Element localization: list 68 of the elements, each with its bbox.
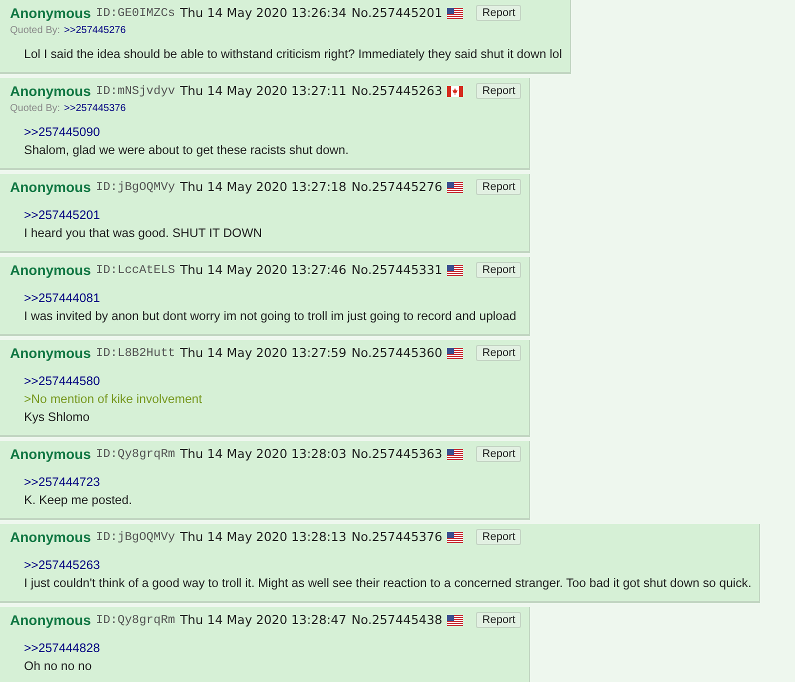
post-number[interactable]: No.257445376 bbox=[351, 530, 442, 544]
poster-name: Anonymous bbox=[10, 179, 91, 195]
quote-link[interactable]: >>257444828 bbox=[24, 639, 522, 657]
post-text: Shalom, glad we were about to get these racists shut down. bbox=[24, 142, 350, 159]
quote-link[interactable]: >>257444081 bbox=[24, 289, 522, 307]
report-button[interactable]: Report bbox=[476, 5, 522, 21]
report-button[interactable]: Report bbox=[476, 446, 522, 462]
post-number[interactable]: No.257445201 bbox=[351, 6, 442, 20]
post-number[interactable]: No.257445438 bbox=[351, 613, 442, 627]
poster-id[interactable]: ID:jBgOQMVy bbox=[96, 530, 176, 544]
flag-icon bbox=[447, 614, 464, 626]
post-date: Thu 14 May 2020 13:27:59 bbox=[180, 346, 346, 360]
quote-link[interactable]: >>257445263 bbox=[24, 556, 752, 574]
poster-name: Anonymous bbox=[10, 83, 91, 99]
poster-id[interactable]: ID:L8B2Hutt bbox=[96, 346, 176, 360]
poster-id[interactable]: ID:Qy8grqRm bbox=[96, 613, 176, 627]
post-text: Lol I said the idea should be able to withstand criticism right? Immediately they said shut it down lol bbox=[24, 46, 562, 63]
poster-id[interactable]: ID:Qy8grqRm bbox=[96, 447, 176, 461]
poster-id[interactable]: ID:jBgOQMVy bbox=[96, 180, 176, 194]
report-button[interactable]: Report bbox=[476, 83, 522, 99]
post-number[interactable]: No.257445363 bbox=[351, 447, 442, 461]
flag-icon bbox=[447, 264, 464, 276]
poster-id[interactable]: ID:mNSjvdyv bbox=[96, 84, 176, 98]
poster-name: Anonymous bbox=[10, 5, 91, 21]
report-button[interactable]: Report bbox=[476, 529, 522, 545]
post-date: Thu 14 May 2020 13:27:11 bbox=[180, 84, 346, 98]
poster-id[interactable]: ID:LccAtELS bbox=[96, 263, 176, 277]
flag-icon bbox=[447, 348, 464, 358]
flag-icon bbox=[447, 86, 464, 96]
quote-link[interactable]: >>257444580 bbox=[24, 372, 522, 390]
post-text: I just couldn't think of a good way to troll it. Might as well see their reaction to a concerned stranger. Too bad it got shut down so quick. bbox=[24, 575, 752, 592]
quoted-by-label: Quoted By: bbox=[10, 25, 60, 36]
flag-icon bbox=[447, 448, 464, 460]
post-date: Thu 14 May 2020 13:27:18 bbox=[180, 180, 346, 194]
quote-link[interactable]: >>257445201 bbox=[24, 206, 522, 224]
quote-link[interactable]: >>257444723 bbox=[24, 473, 522, 491]
post-text: Oh no no no bbox=[24, 658, 93, 675]
poster-name: Anonymous bbox=[10, 529, 91, 545]
post-text: K. Keep me posted. bbox=[24, 492, 134, 509]
report-button[interactable]: Report bbox=[476, 612, 522, 628]
post-date: Thu 14 May 2020 13:27:46 bbox=[180, 263, 346, 277]
backlink[interactable]: >>257445376 bbox=[64, 103, 126, 114]
post-number[interactable]: No.257445276 bbox=[351, 180, 442, 194]
post-number[interactable]: No.257445360 bbox=[351, 346, 442, 360]
poster-name: Anonymous bbox=[10, 446, 91, 462]
poster-name: Anonymous bbox=[10, 345, 91, 361]
flag-icon bbox=[447, 532, 464, 542]
post-number[interactable]: No.257445331 bbox=[351, 263, 442, 277]
report-button[interactable]: Report bbox=[476, 345, 522, 361]
report-button[interactable]: Report bbox=[476, 262, 522, 278]
post-date: Thu 14 May 2020 13:28:13 bbox=[180, 530, 346, 544]
report-button[interactable]: Report bbox=[476, 179, 522, 195]
post-text: Kys Shlomo bbox=[24, 409, 91, 426]
quoted-by-label: Quoted By: bbox=[10, 103, 60, 114]
poster-name: Anonymous bbox=[10, 262, 91, 278]
greentext-line: >No mention of kike involvement bbox=[24, 391, 204, 408]
post-date: Thu 14 May 2020 13:26:34 bbox=[180, 6, 346, 20]
post-text: I was invited by anon but dont worry im not going to troll im just going to record and upload bbox=[24, 308, 518, 325]
flag-icon bbox=[447, 182, 464, 192]
post-date: Thu 14 May 2020 13:28:47 bbox=[180, 613, 346, 627]
flag-icon bbox=[447, 8, 464, 18]
quote-link[interactable]: >>257445090 bbox=[24, 123, 522, 141]
poster-name: Anonymous bbox=[10, 612, 91, 628]
post-number[interactable]: No.257445263 bbox=[351, 84, 442, 98]
poster-id[interactable]: ID:GE0IMZCs bbox=[96, 6, 176, 20]
backlink[interactable]: >>257445276 bbox=[64, 25, 126, 36]
post-text: I heard you that was good. SHUT IT DOWN bbox=[24, 225, 264, 242]
post-date: Thu 14 May 2020 13:28:03 bbox=[180, 447, 346, 461]
